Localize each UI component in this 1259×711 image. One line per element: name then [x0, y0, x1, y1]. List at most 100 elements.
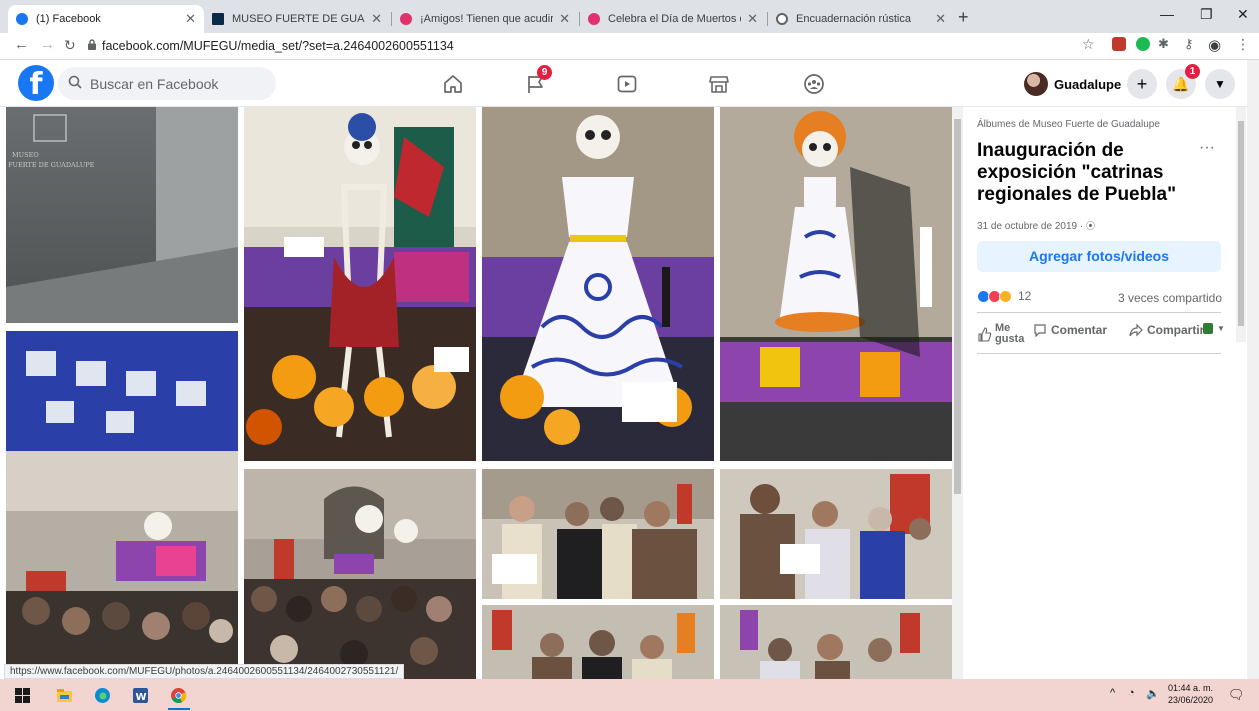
chevron-down-icon: ▼ — [1217, 324, 1225, 333]
tab-amigos[interactable]: ¡Amigos! Tienen que acudir a est ✕ — [392, 5, 578, 33]
wow-reaction-icon — [999, 289, 1012, 303]
svg-text:W: W — [136, 692, 147, 703]
clock-time: 01:44 a. m. — [1168, 683, 1214, 693]
reload-icon[interactable]: ↻ — [64, 37, 76, 54]
album-photo[interactable] — [6, 331, 238, 679]
pdf-extension-icon[interactable] — [1112, 37, 1126, 51]
comment-label: Comentar — [1051, 323, 1108, 337]
bookmark-star-icon[interactable]: ☆ — [1082, 36, 1095, 53]
page-scrollbar[interactable] — [1247, 60, 1259, 679]
tab-museo[interactable]: MUSEO FUERTE DE GUADALUPE ✕ — [204, 5, 390, 33]
grammarly-extension-icon[interactable] — [1136, 37, 1150, 51]
scrollbar-thumb[interactable] — [1238, 121, 1244, 326]
minimize-icon[interactable]: — — [1160, 6, 1174, 22]
album-photo[interactable] — [720, 605, 952, 679]
facebook-header: f Buscar en Facebook 9 Guadalupe + 🔔 1 ▼ — [0, 60, 1259, 107]
home-icon[interactable] — [442, 73, 464, 95]
close-tab-icon[interactable]: ✕ — [747, 11, 758, 27]
watch-video-icon[interactable] — [616, 73, 638, 95]
action-center-icon[interactable]: 🗨 — [1228, 687, 1245, 703]
new-tab-button[interactable]: + — [958, 7, 969, 28]
chrome-menu-icon[interactable]: ⋮ — [1236, 36, 1250, 53]
edge-browser-icon[interactable] — [94, 687, 111, 704]
instagram-favicon-icon — [400, 13, 412, 25]
gaming-groups-icon[interactable] — [803, 73, 825, 95]
share-button[interactable]: Compartir — [1129, 323, 1204, 337]
wifi-icon[interactable]: ◔ — [1128, 687, 1135, 699]
photo-grid-scrollbar[interactable] — [952, 107, 963, 679]
windows-start-icon[interactable] — [14, 687, 31, 704]
panel-scrollbar[interactable] — [1236, 107, 1246, 342]
album-date: 31 de octubre de 2019 · ⦿ — [977, 219, 1095, 232]
tab-title: ¡Amigos! Tienen que acudir a est — [420, 13, 554, 25]
scrollbar-thumb[interactable] — [954, 119, 961, 494]
thumbs-up-icon — [978, 326, 992, 342]
add-photos-button[interactable]: Agregar fotos/videos — [977, 241, 1221, 272]
tab-title: Celebra el Día de Muertos con el — [608, 13, 741, 25]
lock-icon[interactable] — [88, 39, 96, 50]
account-menu-chevron-icon[interactable]: ▼ — [1205, 69, 1235, 99]
extensions-puzzle-icon[interactable]: ✱ — [1158, 36, 1169, 52]
facebook-logo-icon[interactable]: f — [18, 65, 54, 101]
album-photo[interactable]: MUSEO FUERTE DE GUADALUPE — [6, 107, 238, 323]
photo-grid: MUSEO FUERTE DE GUADALUPE — [0, 107, 952, 679]
windows-taskbar: W ^ ◔ 🔈 01:44 a. m. 23/06/2020 🗨 — [0, 679, 1259, 711]
window-close-icon[interactable]: ✕ — [1237, 6, 1249, 23]
album-photo[interactable] — [720, 107, 952, 461]
tab-celebra[interactable]: Celebra el Día de Muertos con el ✕ — [580, 5, 766, 33]
tray-chevron-up-icon[interactable]: ^ — [1110, 687, 1115, 699]
avatar — [1024, 72, 1048, 96]
tab-encuadernacion[interactable]: Encuadernación rústica ✕ — [768, 5, 954, 33]
word-icon[interactable]: W — [132, 687, 149, 704]
tab-facebook[interactable]: (1) Facebook ✕ — [8, 5, 204, 33]
page-selector-button[interactable]: ▼ — [1203, 323, 1225, 334]
address-bar[interactable]: facebook.com/MUFEGU/media_set/?set=a.246… — [102, 39, 454, 53]
comment-button[interactable]: Comentar — [1033, 323, 1107, 337]
album-title: Inauguración de exposición "catrinas reg… — [977, 140, 1177, 205]
album-photo[interactable] — [244, 107, 476, 461]
restore-icon[interactable]: ❐ — [1200, 6, 1213, 23]
album-photo[interactable] — [244, 469, 476, 679]
clock-date: 23/06/2020 — [1168, 695, 1214, 705]
album-breadcrumb[interactable]: Álbumes de Museo Fuerte de Guadalupe — [977, 119, 1160, 130]
forward-icon[interactable]: → — [40, 36, 55, 53]
close-tab-icon[interactable]: ✕ — [185, 11, 196, 27]
profile-button[interactable]: Guadalupe — [1024, 68, 1121, 100]
close-tab-icon[interactable]: ✕ — [559, 11, 570, 27]
close-tab-icon[interactable]: ✕ — [371, 11, 382, 27]
taskbar-clock[interactable]: 01:44 a. m. 23/06/2020 — [1168, 682, 1213, 706]
more-options-button[interactable]: ··· — [1199, 139, 1215, 157]
facebook-search-input[interactable]: Buscar en Facebook — [58, 67, 276, 100]
close-tab-icon[interactable]: ✕ — [935, 11, 946, 27]
tab-title: Encuadernación rústica — [796, 13, 911, 25]
divider — [977, 312, 1221, 313]
chrome-icon[interactable] — [170, 687, 187, 704]
back-icon[interactable]: ← — [14, 36, 29, 53]
post-actions: Me gusta Comentar Compartir ▼ — [977, 319, 1227, 349]
create-plus-button[interactable]: + — [1127, 69, 1157, 99]
search-placeholder: Buscar en Facebook — [90, 75, 219, 92]
browser-tab-strip: (1) Facebook ✕ MUSEO FUERTE DE GUADALUPE… — [0, 0, 1259, 33]
album-photo[interactable] — [482, 107, 714, 461]
user-name: Guadalupe — [1054, 76, 1122, 92]
globe-favicon-icon — [776, 13, 788, 25]
shares-count[interactable]: 3 veces compartido — [1118, 291, 1222, 305]
like-button[interactable]: Me gusta — [977, 323, 1025, 345]
marketplace-icon[interactable] — [708, 73, 730, 95]
key-icon[interactable]: ⚷ — [1184, 36, 1194, 52]
svg-text:MUSEO: MUSEO — [12, 151, 39, 159]
svg-text:FUERTE DE GUADALUPE: FUERTE DE GUADALUPE — [8, 161, 95, 169]
reactions-summary[interactable]: 12 — [977, 289, 1031, 303]
notifications-badge: 1 — [1185, 64, 1200, 79]
album-photo[interactable] — [720, 469, 952, 599]
album-photo[interactable] — [482, 469, 714, 599]
profile-icon[interactable]: ◉ — [1208, 36, 1221, 54]
comment-icon — [1034, 324, 1046, 337]
search-icon — [68, 75, 82, 92]
tab-title: (1) Facebook — [36, 13, 101, 25]
album-photo[interactable] — [482, 605, 714, 679]
groups-badge: 9 — [537, 65, 552, 80]
volume-icon[interactable]: 🔈 — [1146, 687, 1160, 700]
file-explorer-icon[interactable] — [56, 687, 73, 704]
browser-toolbar: ← → ↻ facebook.com/MUFEGU/media_set/?set… — [0, 33, 1259, 60]
